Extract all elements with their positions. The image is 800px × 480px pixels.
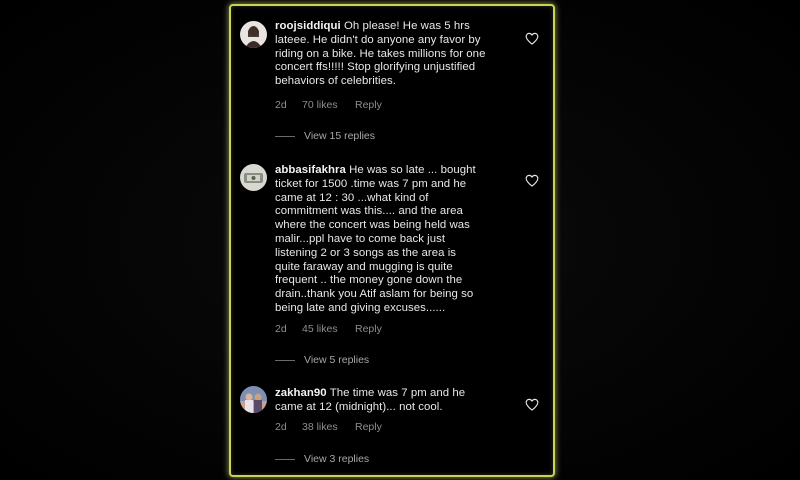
profile-photo-icon (240, 386, 267, 413)
comment-body-line: malir...ppl have to come back just (275, 232, 446, 245)
avatar[interactable] (240, 21, 267, 48)
comment-body-line: Oh please! He was 5 hrs (344, 20, 470, 32)
comment-body-line: concert ffs!!!!! Stop glorifying unjusti… (275, 61, 476, 74)
profile-photo-icon (240, 21, 267, 48)
comment-age: 2d (275, 421, 287, 433)
likes-count-link[interactable]: 70 likes (302, 99, 355, 111)
comment-text: roojsiddiqui Oh please! He was 5 hrs lat… (275, 20, 515, 89)
comment-meta: 2d 45 likes Reply (275, 323, 382, 335)
view-replies-label: View 5 replies (304, 354, 370, 366)
comment-username[interactable]: roojsiddiqui (275, 20, 341, 32)
like-heart-icon[interactable] (525, 32, 539, 45)
comment-age: 2d (275, 323, 287, 335)
comment-age: 2d (275, 99, 287, 111)
comment-text: abbasifakhra He was so late ... bought t… (275, 164, 515, 316)
comment-body-line: drain..thank you Atif aslam for being so (275, 288, 474, 301)
comment-body-line: He was so late ... bought (349, 164, 476, 176)
likes-count-link[interactable]: 45 likes (302, 323, 355, 335)
comment-text: zakhan90 The time was 7 pm and he came a… (275, 387, 515, 415)
profile-photo-icon (240, 164, 267, 191)
comment-body-line: lateee. He didn't do anyone any favor by (275, 33, 481, 46)
comment-body-line: came at 12 : 30 ...what kind of (275, 191, 429, 204)
comment-meta: 2d 70 likes Reply (275, 99, 382, 111)
view-replies-label: View 3 replies (304, 453, 370, 465)
avatar[interactable] (240, 164, 267, 191)
reply-button[interactable]: Reply (355, 99, 382, 111)
replies-divider (275, 458, 295, 460)
replies-divider (275, 135, 295, 137)
like-heart-icon[interactable] (525, 398, 539, 411)
comment-body-line: came at 12 (midnight)... not cool. (275, 400, 443, 413)
comment-body-line: The time was 7 pm and he (329, 387, 466, 399)
likes-count-link[interactable]: 38 likes (302, 421, 355, 433)
avatar[interactable] (240, 386, 267, 413)
comments-panel: roojsiddiqui Oh please! He was 5 hrs lat… (229, 4, 555, 477)
comment-body-line: being late and giving excuses...... (275, 301, 446, 314)
view-replies-button[interactable]: View 15 replies (275, 130, 375, 142)
comment-body-line: commitment was this.... and the area (275, 205, 463, 218)
comment-meta: 2d 38 likes Reply (275, 421, 382, 433)
comment-body-line: behaviors of celebrities. (275, 75, 396, 88)
comment-body-line: quite faraway and mugging is quite (275, 260, 453, 273)
view-replies-label: View 15 replies (304, 130, 376, 142)
comment-username[interactable]: zakhan90 (275, 387, 327, 399)
like-heart-icon[interactable] (525, 174, 539, 187)
comment-body-line: riding on a bike. He takes millions for … (275, 47, 486, 60)
reply-button[interactable]: Reply (355, 421, 382, 433)
comment-username[interactable]: abbasifakhra (275, 164, 346, 176)
reply-button[interactable]: Reply (355, 323, 382, 335)
screenshot-stage: roojsiddiqui Oh please! He was 5 hrs lat… (0, 0, 800, 480)
comment-body-line: ticket for 1500 .time was 7 pm and he (275, 177, 467, 190)
comment-body-line: listening 2 or 3 songs as the area is (275, 246, 457, 259)
view-replies-button[interactable]: View 3 replies (275, 453, 369, 465)
comment-body-line: where the concert was being held was (275, 219, 470, 232)
view-replies-button[interactable]: View 5 replies (275, 354, 369, 366)
comment-body-line: frequent .. the money gone down the (275, 274, 463, 287)
replies-divider (275, 359, 295, 361)
